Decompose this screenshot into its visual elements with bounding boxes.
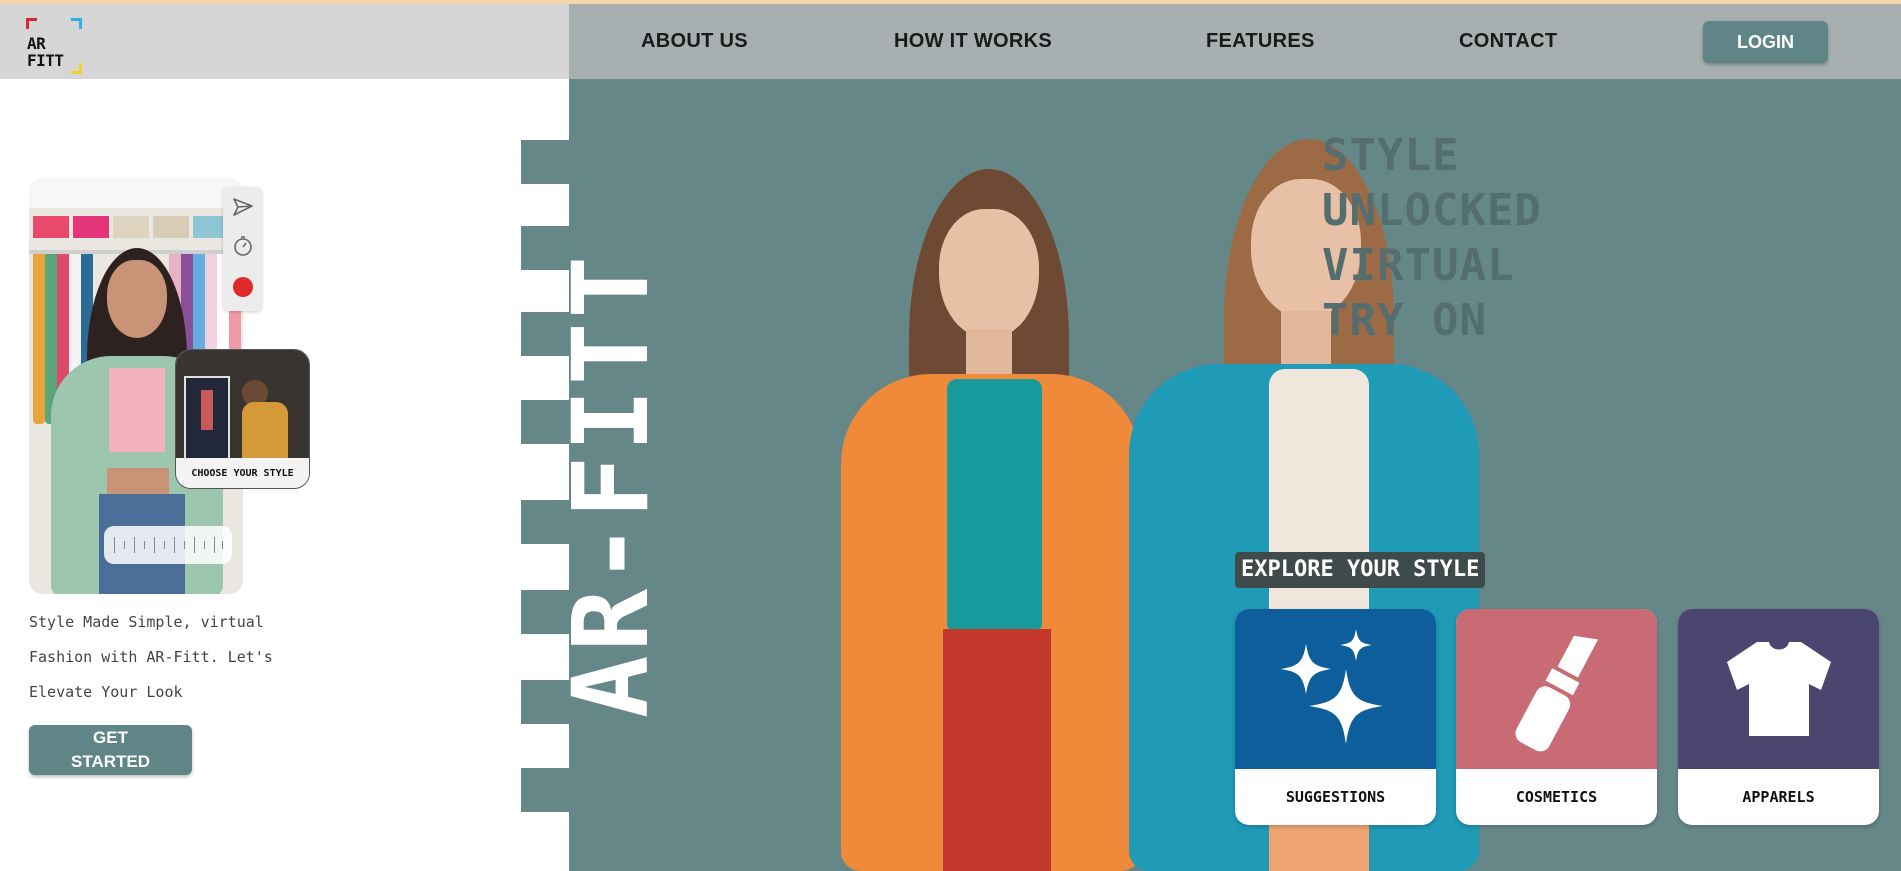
lipstick-icon [1514,635,1598,752]
card-cosmetics[interactable]: COSMETICS [1456,609,1657,825]
nav-about-us[interactable]: ABOUT US [641,30,748,53]
card-apparels[interactable]: APPARELS [1678,609,1879,825]
nav-features[interactable]: FEATURES [1206,30,1315,53]
tshirt-icon [1726,642,1831,736]
headline-line-4: TRY ON [1322,295,1487,346]
choose-style-label: CHOOSE YOUR STYLE [176,458,309,488]
hero-section: EXPLORE YOUR STYLE SUGGESTIONS COSMETICS [569,79,1901,871]
get-started-button[interactable]: GET STARTED [29,725,192,775]
headline-line-3: VIRTUAL [1322,240,1515,291]
nav-contact[interactable]: CONTACT [1459,30,1557,53]
sparkles-icon [1280,629,1383,744]
nav-how-it-works[interactable]: HOW IT WORKS [894,30,1052,53]
hero-headline: STYLE UNLOCKED VIRTUAL TRY ON [1322,128,1542,348]
camera-tools-panel [223,187,262,311]
brand-vertical-text: AR-FITT [521,140,672,830]
logo[interactable]: AR FITT [26,18,82,74]
logo-text-line2: FITT [27,51,64,70]
header-logo-area: AR FITT [0,4,569,79]
login-button[interactable]: LOGIN [1703,21,1828,63]
card-suggestions-label: SUGGESTIONS [1285,788,1386,806]
card-apparels-label: APPARELS [1742,788,1815,806]
headline-line-1: STYLE [1322,130,1460,181]
send-icon[interactable] [232,196,254,218]
card-suggestions[interactable]: SUGGESTIONS [1235,609,1436,825]
card-cosmetics-label: COSMETICS [1515,788,1598,806]
tagline: Style Made Simple, virtual Fashion with … [29,613,273,701]
record-icon[interactable] [232,276,254,298]
timer-icon[interactable] [232,235,254,257]
choose-style-thumbnail[interactable]: CHOOSE YOUR STYLE [175,349,310,489]
brand-vertical-label: AR-FITT [550,251,672,719]
headline-line-2: UNLOCKED [1322,185,1542,236]
explore-label: EXPLORE YOUR STYLE [1235,552,1486,588]
size-slider[interactable] [104,526,232,564]
model-image-left [839,169,1159,871]
logo-text-line1: AR [27,34,46,53]
